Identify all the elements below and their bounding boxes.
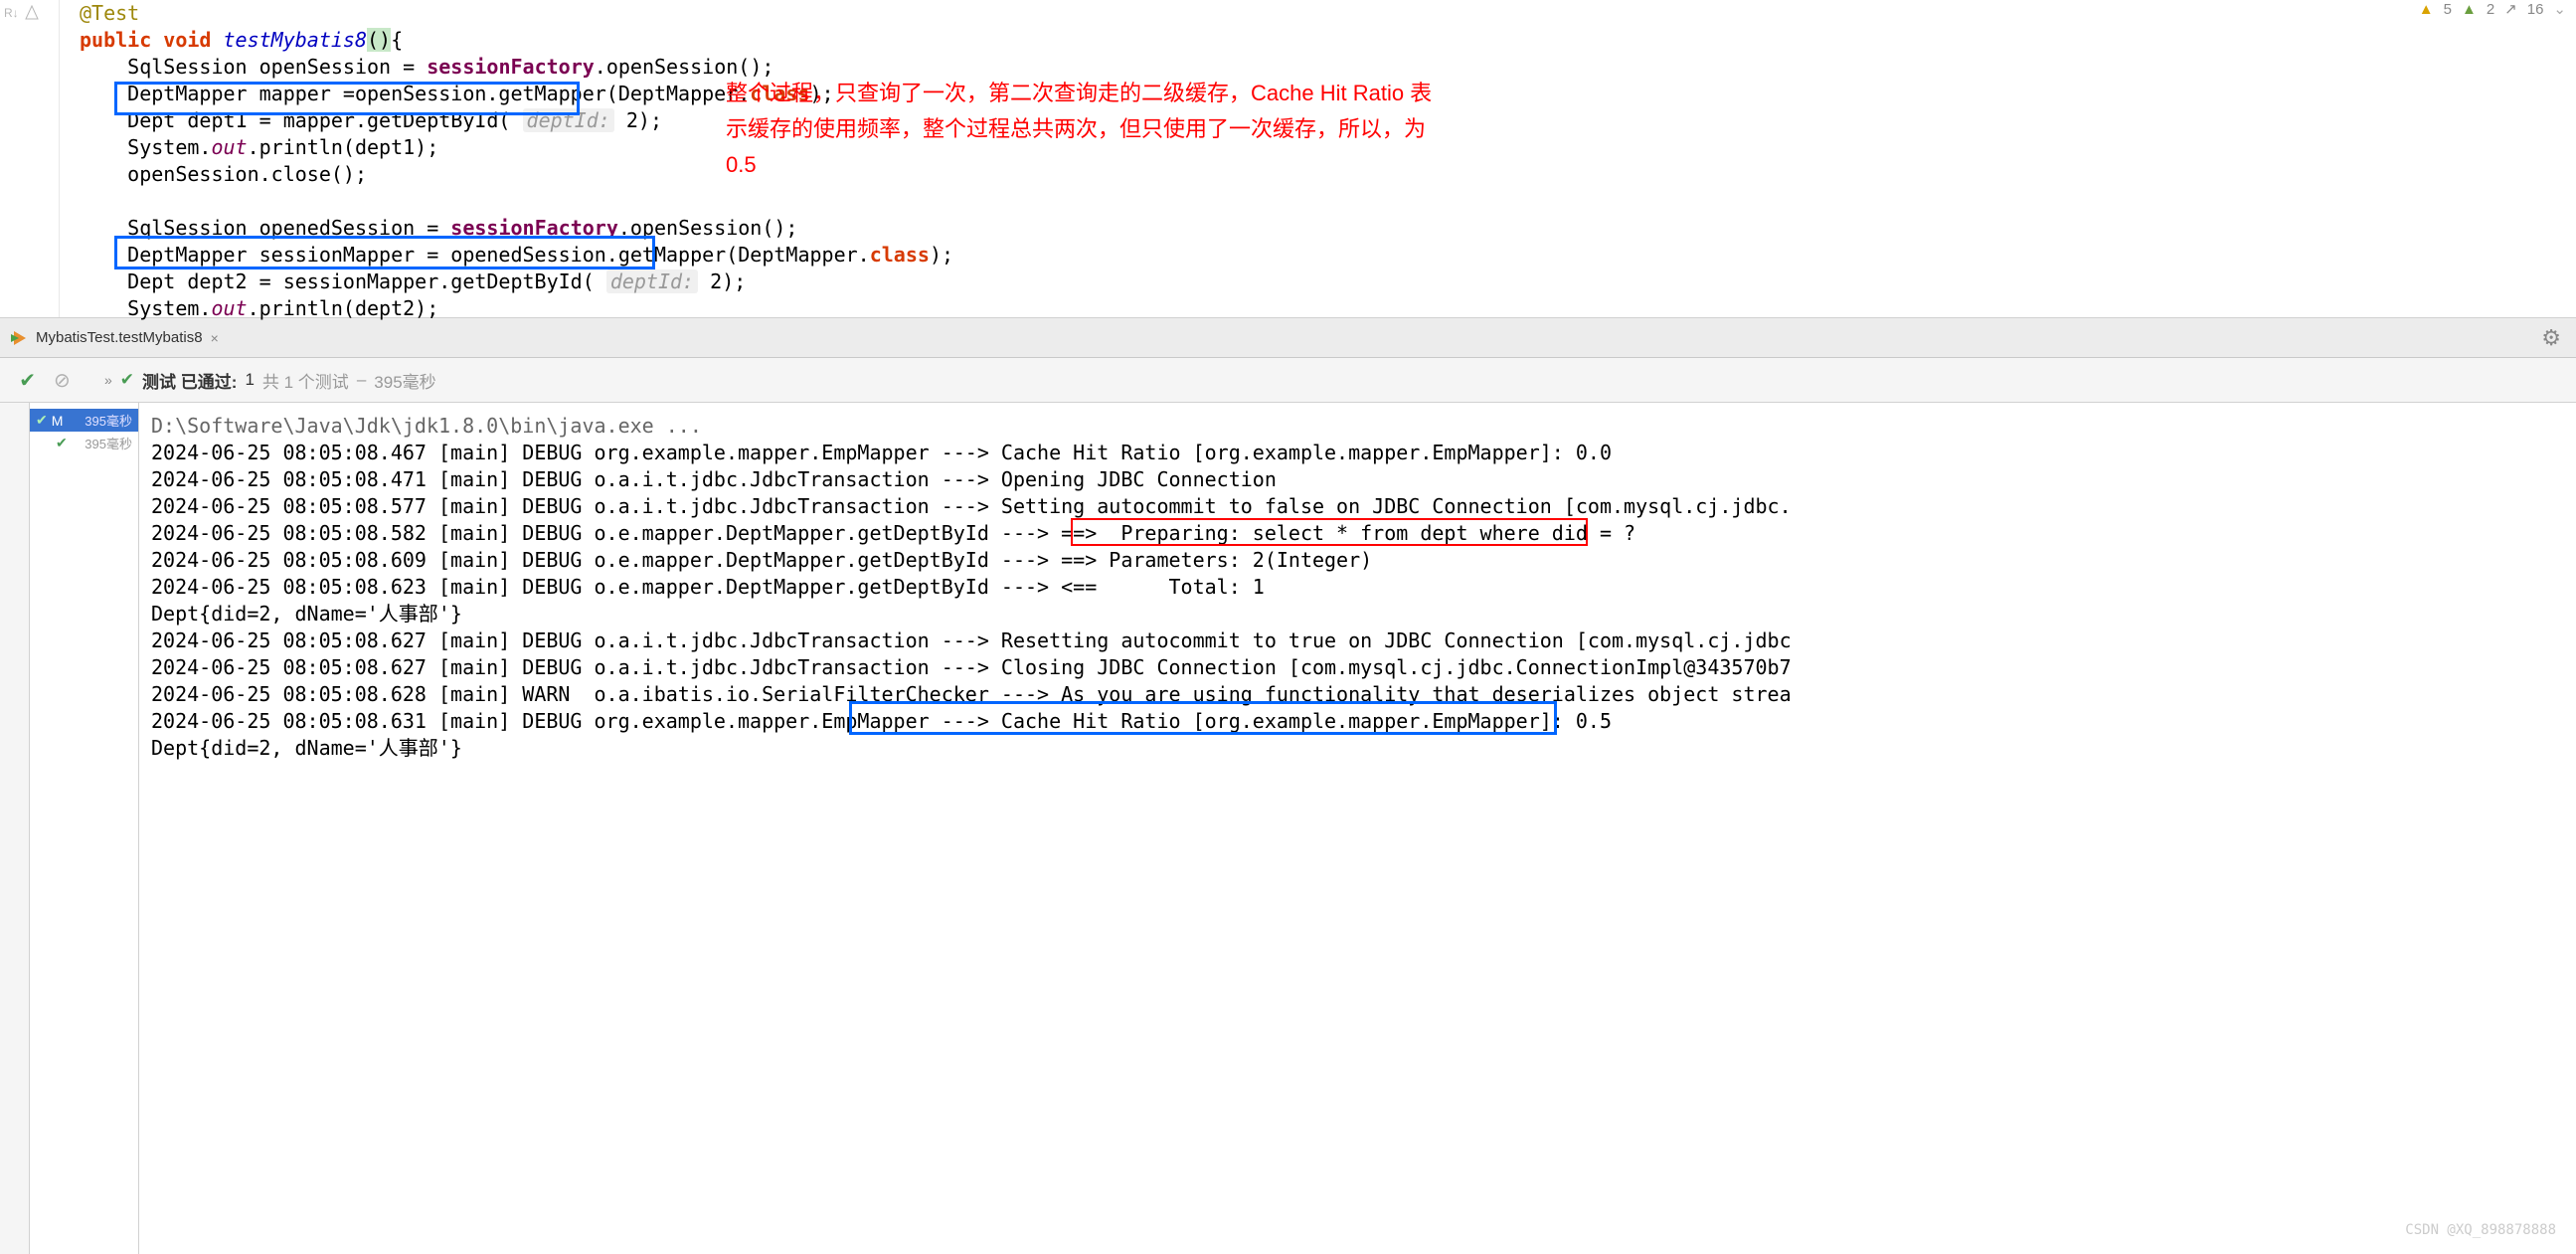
run-tab-label[interactable]: MybatisTest.testMybatis8 (36, 329, 203, 346)
rerun-icon[interactable]: ✔ (19, 368, 36, 393)
test-tree[interactable]: ✔ M 395毫秒 ✔ 395毫秒 (30, 403, 139, 1254)
check-icon: ✔ (56, 435, 68, 451)
test-status-bar: » ✔ 测试 已通过: 1共 1 个测试 – 395毫秒 (89, 368, 436, 393)
test-node-active[interactable]: ✔ M 395毫秒 (30, 409, 138, 432)
check-icon: ✔ (120, 370, 134, 390)
test-node-child[interactable]: ✔ 395毫秒 (30, 432, 138, 454)
check-icon: ✔ (36, 412, 48, 429)
run-side-toolbar[interactable] (0, 403, 30, 1254)
settings-icon[interactable]: ⚙ (2541, 325, 2561, 351)
expand-icon[interactable]: » (104, 372, 112, 388)
watermark-text: CSDN @XQ_898878888 (2405, 1217, 2556, 1244)
annotation-comment: 整个过程，只查询了一次，第二次查询走的二级缓存，Cache Hit Ratio … (726, 76, 1442, 183)
close-tab-icon[interactable]: × (211, 330, 219, 346)
code-editor-pane: R↓ ▲5 ▲2 ↗16 ⌄ @Test public void testMyb… (0, 0, 2576, 318)
console-output[interactable]: D:\Software\Java\Jdk\jdk1.8.0\bin\java.e… (139, 403, 2576, 1254)
stop-icon[interactable]: ⊘ (54, 368, 71, 393)
run-toolbar: ✔ ⊘ » ✔ 测试 已通过: 1共 1 个测试 – 395毫秒 (0, 358, 2576, 403)
run-tool-window-tabbar: MybatisTest.testMybatis8 × ⚙ (0, 318, 2576, 358)
run-body: ✔ M 395毫秒 ✔ 395毫秒 D:\Software\Java\Jdk\j… (0, 403, 2576, 1254)
test-config-icon (10, 329, 28, 347)
